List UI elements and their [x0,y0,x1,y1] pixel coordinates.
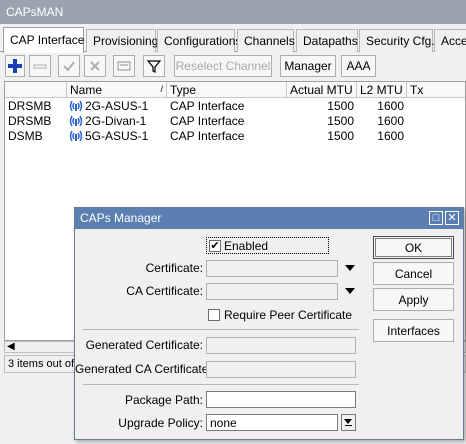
disable-button[interactable] [84,55,106,77]
row-name: 2G-ASUS-1 [67,98,167,114]
generated-ca-certificate-label: Generated CA Certificate: [75,362,212,376]
reselect-channel-button[interactable]: Reselect Channel [174,55,272,77]
tab-configurations[interactable]: Configurations [157,29,241,52]
row-type: CAP Interface [170,129,245,143]
column-name-label: Name [70,83,103,97]
window-title: CAPsMAN [0,0,466,24]
ok-button[interactable]: OK [373,236,454,259]
column-actual-mtu[interactable]: Actual MTU [287,82,357,98]
status-text: 3 items out of [8,358,75,370]
separator [83,384,359,385]
tab-channels[interactable]: Channels [237,29,295,52]
row-l2-mtu: 1600 [377,99,404,113]
close-icon[interactable]: ✕ [445,211,459,225]
plus-icon [8,59,22,73]
ca-certificate-dropdown-icon[interactable] [345,288,355,294]
wifi-interface-icon [69,130,83,142]
table-row[interactable]: DRSMB 2G-ASUS-1 CAP Interface 1500 1600 [5,98,465,113]
generated-ca-certificate-field [206,361,356,378]
maximize-icon[interactable]: □ [429,211,443,225]
enabled-label: Enabled [224,239,269,253]
row-actual-mtu: 1500 [327,129,354,143]
column-name[interactable]: Name / [67,82,167,98]
row-name: 2G-Divan-1 [67,113,167,129]
row-type: CAP Interface [170,114,245,128]
generated-certificate-field [206,337,356,354]
wifi-interface-icon [69,115,83,127]
row-flags: DRSMB [8,114,52,128]
enabled-checkbox[interactable]: ✔ [209,240,221,252]
row-name-text: 2G-ASUS-1 [85,99,149,113]
table-header: Name / Type Actual MTU L2 MTU Tx [5,82,465,98]
row-actual-mtu: 1500 [327,99,354,113]
scroll-left-icon[interactable]: ◀ [7,341,15,352]
separator [83,329,359,330]
dialog-title: CAPs Manager [75,208,463,229]
tab-bar: CAP Interface Provisioning Configuration… [0,27,466,53]
require-peer-checkbox[interactable] [208,309,220,321]
upgrade-policy-select[interactable]: none [206,414,338,431]
enable-button[interactable] [58,55,80,77]
row-name-text: 2G-Divan-1 [85,114,147,128]
ca-certificate-label: CA Certificate: [126,284,203,298]
require-peer-label: Require Peer Certificate [224,308,353,322]
toolbar: Reselect Channel Manager AAA [0,53,466,81]
row-actual-mtu: 1500 [327,114,354,128]
certificate-label: Certificate: [145,261,203,275]
certificate-select[interactable] [206,260,338,277]
apply-button[interactable]: Apply [373,288,454,311]
x-icon [90,61,100,71]
table-row[interactable]: DRSMB 2G-Divan-1 CAP Interface 1500 1600 [5,113,465,128]
remove-button[interactable] [29,55,51,77]
column-tx[interactable]: Tx [407,82,465,98]
manager-button[interactable]: Manager [280,55,336,77]
dropdown-underline [345,425,352,426]
filter-icon [147,60,161,73]
enabled-checkbox-row[interactable]: ✔ Enabled [206,237,329,254]
tab-provisioning[interactable]: Provisioning [86,29,158,52]
caps-manager-dialog: CAPs Manager □ ✕ ✔ Enabled Certificate: … [74,207,464,440]
row-flags: DRSMB [8,99,52,113]
column-l2-mtu[interactable]: L2 MTU [357,82,407,98]
tab-datapaths[interactable]: Datapaths [296,29,358,52]
row-name-text: 5G-ASUS-1 [85,129,149,143]
certificate-dropdown-icon[interactable] [345,265,355,271]
row-flags: DSMB [8,129,43,143]
comment-icon [117,61,131,71]
row-name: 5G-ASUS-1 [67,128,167,144]
row-type: CAP Interface [170,99,245,113]
sort-indicator-icon: / [160,84,163,94]
wifi-interface-icon [69,100,83,112]
upgrade-policy-dropdown-button[interactable] [341,414,356,431]
chevron-down-icon [344,419,352,424]
tab-security-cfg[interactable]: Security Cfg. [359,29,435,52]
table-row[interactable]: DSMB 5G-ASUS-1 CAP Interface 1500 1600 [5,128,465,143]
check-icon [63,61,75,72]
row-l2-mtu: 1600 [377,129,404,143]
generated-certificate-label: Generated Certificate: [85,338,203,352]
tab-cap-interface[interactable]: CAP Interface [3,27,84,53]
cancel-button[interactable]: Cancel [373,262,454,285]
aaa-button[interactable]: AAA [341,55,376,77]
upgrade-policy-label: Upgrade Policy: [118,416,203,430]
package-path-input[interactable] [206,391,356,408]
column-type[interactable]: Type [167,82,287,98]
package-path-label: Package Path: [124,393,203,407]
comment-button[interactable] [113,55,135,77]
row-l2-mtu: 1600 [377,114,404,128]
interfaces-button[interactable]: Interfaces [373,319,454,342]
column-flags[interactable] [5,82,67,98]
filter-button[interactable] [143,55,165,77]
ca-certificate-select[interactable] [206,283,338,300]
minus-icon [33,64,47,69]
tab-access[interactable]: Acces [434,29,466,52]
add-button[interactable] [5,55,25,77]
